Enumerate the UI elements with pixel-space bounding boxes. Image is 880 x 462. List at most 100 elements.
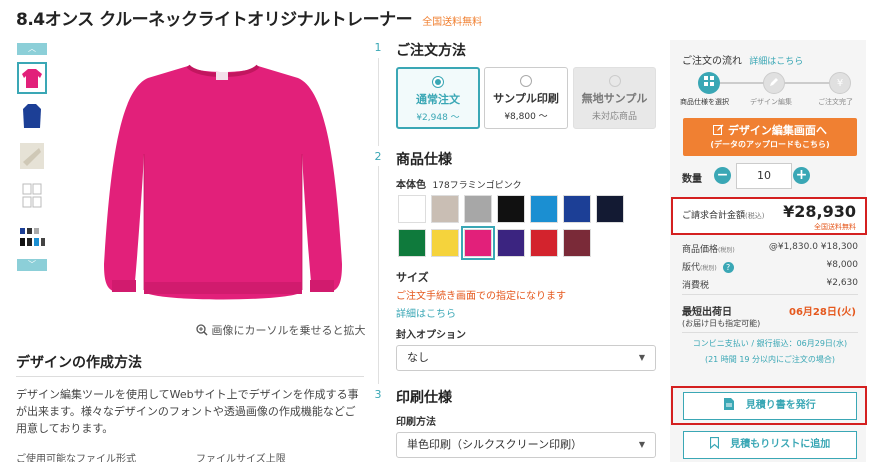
- radio-selected[interactable]: [432, 76, 444, 88]
- body-color-row: 本体色 178フラミンゴピンク: [396, 176, 522, 191]
- color-swatch[interactable]: [464, 195, 492, 223]
- price-value: @¥1,830.0 ¥18,300: [768, 242, 858, 252]
- total-tax: (税込): [745, 212, 765, 220]
- thumb-colors[interactable]: [17, 221, 47, 253]
- price-row: 商品価格(税別) @¥1,830.0 ¥18,300: [682, 242, 858, 255]
- size-note: ご注文手続き画面での指定になります: [396, 291, 566, 302]
- thumb-pink[interactable]: [17, 62, 47, 94]
- color-swatch[interactable]: [497, 195, 525, 223]
- color-swatch[interactable]: [530, 229, 558, 257]
- packing-select[interactable]: なし ▼: [396, 345, 656, 371]
- thumb-up-button[interactable]: ︿: [17, 43, 47, 55]
- color-swatch[interactable]: [431, 229, 459, 257]
- design-editor-label: デザイン編集画面へ: [727, 124, 827, 137]
- free-shipping-badge: 全国送料無料: [422, 17, 483, 28]
- product-image: [104, 64, 342, 300]
- ship-date-sub: (お届け日も指定可能): [682, 319, 761, 328]
- tax-label: 消費税: [682, 281, 710, 291]
- packing-label: 封入オプション: [396, 330, 466, 341]
- size-detail-link[interactable]: 詳細はこちら: [396, 305, 456, 320]
- radio[interactable]: [520, 75, 532, 87]
- color-swatch[interactable]: [530, 195, 558, 223]
- divider: [16, 376, 364, 377]
- body-color-value: 178フラミンゴピンク: [432, 181, 522, 191]
- qty-plus-button[interactable]: +: [793, 167, 810, 184]
- design-heading: デザインの作成方法: [16, 355, 142, 371]
- zoom-hint-text: 画像にカーソルを乗せると拡大: [211, 324, 366, 337]
- edit-icon: [713, 124, 724, 135]
- plate-tax: (税別): [700, 265, 717, 272]
- radio-disabled: [608, 75, 621, 87]
- order-option-label: 通常注文: [416, 93, 460, 106]
- tax-row: 消費税 ¥2,630: [682, 278, 858, 291]
- color-swatch[interactable]: [398, 229, 426, 257]
- size-label: サイズ: [396, 271, 429, 284]
- body-color-label: 本体色: [396, 180, 426, 191]
- plate-label: 版代: [682, 263, 701, 273]
- color-swatch[interactable]: [398, 195, 426, 223]
- order-option-label: 無地サンプル: [581, 92, 648, 105]
- divider: [682, 294, 858, 295]
- color-swatch[interactable]: [497, 229, 525, 257]
- step-number-1: 1: [374, 41, 382, 54]
- order-option-sample-print[interactable]: サンプル印刷 ¥8,800 〜: [484, 67, 568, 129]
- qty-minus-button[interactable]: −: [714, 167, 731, 184]
- ship-date-value: 06月28日(火): [789, 307, 856, 318]
- product-title: 8.4オンス クルーネックライトオリジナルトレーナー: [16, 10, 413, 30]
- flow-label: ご注文の流れ: [682, 56, 742, 67]
- total-label: ご請求合計金額: [682, 211, 746, 221]
- yen-icon: ¥: [836, 78, 844, 89]
- price-label-wrap: 商品価格(税別): [682, 242, 735, 255]
- order-option-price: 未対応商品: [591, 112, 637, 122]
- color-swatch[interactable]: [596, 195, 624, 223]
- print-method-label: 印刷方法: [396, 417, 436, 428]
- flow-step-1: [698, 72, 720, 94]
- color-swatch[interactable]: [461, 226, 495, 260]
- flow-step-2: [763, 72, 785, 94]
- add-to-quote-list-label: 見積もりリストに追加: [730, 439, 831, 450]
- plate-value: ¥8,000: [826, 260, 859, 270]
- thumb-blue[interactable]: [17, 100, 47, 132]
- flow-header: ご注文の流れ 詳細はこちら: [682, 52, 803, 67]
- color-swatch[interactable]: [563, 229, 591, 257]
- caret-down-icon: ▼: [638, 440, 645, 449]
- color-swatch[interactable]: [563, 195, 591, 223]
- fabric-thumb-icon: [20, 143, 44, 169]
- zoom-in-icon: [196, 324, 208, 336]
- print-method-value: 単色印刷（シルクスクリーン印刷）: [407, 438, 583, 451]
- thumb-down-button[interactable]: ﹀: [17, 259, 47, 271]
- qty-input[interactable]: 10: [736, 163, 792, 189]
- grid-icon: [704, 76, 714, 86]
- step-line: [378, 58, 379, 146]
- thumb-fabric[interactable]: [17, 140, 47, 172]
- color-swatch[interactable]: [431, 195, 459, 223]
- ship-date-label: 最短出荷日: [682, 307, 732, 318]
- color-variants-thumb-icon: [20, 228, 45, 246]
- thumb-size-chart[interactable]: [17, 180, 47, 212]
- qty-label: 数量: [682, 174, 702, 185]
- total-label-row: ご請求合計金額(税込): [682, 208, 764, 221]
- print-method-select[interactable]: 単色印刷（シルクスクリーン印刷） ▼: [396, 432, 656, 458]
- flow-step-label-1: 商品仕様を選択: [680, 98, 729, 106]
- order-option-normal[interactable]: 通常注文 ¥2,948 〜: [396, 67, 480, 129]
- quote-button[interactable]: 見積り書を発行: [683, 392, 857, 420]
- divider: [682, 332, 858, 333]
- print-heading: 印刷仕様: [396, 390, 452, 406]
- flow-detail-link[interactable]: 詳細はこちら: [749, 57, 803, 67]
- total-free-shipping: 全国送料無料: [814, 223, 856, 231]
- order-option-price: ¥8,800 〜: [504, 112, 548, 122]
- page-title: 8.4オンス クルーネックライトオリジナルトレーナー 全国送料無料: [16, 5, 482, 30]
- help-icon[interactable]: ?: [722, 262, 734, 273]
- total-value: ¥28,930: [783, 202, 856, 221]
- conv-note: (21 時間 19 分以内にご注文の場合): [704, 355, 836, 364]
- add-to-quote-list-button[interactable]: 見積もりリストに追加: [683, 431, 857, 459]
- packing-select-value: なし: [407, 351, 429, 364]
- price-label: 商品価格: [682, 245, 719, 255]
- order-option-price: ¥2,948 〜: [416, 113, 460, 123]
- order-option-label: サンプル印刷: [493, 92, 559, 105]
- design-description: デザイン編集ツールを使用してWebサイト上でデザインを作成する事が出来ます。様々…: [16, 388, 359, 435]
- file-size-label: ファイルサイズ上限: [196, 454, 286, 462]
- design-editor-button[interactable]: デザイン編集画面へ (データのアップロードもこちら): [683, 118, 857, 156]
- file-formats-label: ご使用可能なファイル形式: [16, 454, 136, 462]
- flow-step-label-2: デザイン編集: [750, 98, 792, 106]
